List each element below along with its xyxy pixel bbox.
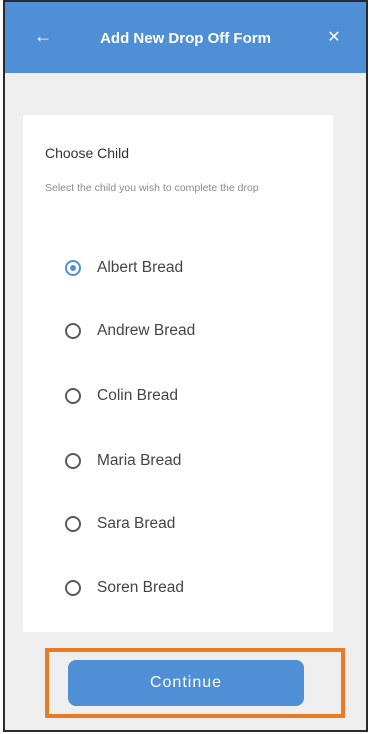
child-name: Albert Bread xyxy=(97,259,184,276)
child-option-maria[interactable]: Maria Bread xyxy=(65,448,181,474)
child-option-soren[interactable]: Soren Bread xyxy=(65,575,184,601)
choose-child-card: Choose Child Select the child you wish t… xyxy=(23,115,333,632)
child-name: Soren Bread xyxy=(97,579,185,596)
section-heading: Choose Child xyxy=(45,145,130,161)
close-icon[interactable]: ✕ xyxy=(324,28,344,48)
phone-frame: ← Add New Drop Off Form ✕ Choose Child S… xyxy=(3,0,368,732)
child-name: Andrew Bread xyxy=(97,322,196,339)
section-subtext: Select the child you wish to complete th… xyxy=(45,182,259,194)
child-name: Maria Bread xyxy=(97,452,182,469)
radio-unselected-icon[interactable] xyxy=(65,388,81,404)
page-title: Add New Drop Off Form xyxy=(100,30,271,47)
app-header: ← Add New Drop Off Form ✕ xyxy=(5,2,366,73)
child-option-andrew[interactable]: Andrew Bread xyxy=(65,318,195,344)
child-option-sara[interactable]: Sara Bread xyxy=(65,511,175,537)
child-option-albert[interactable]: Albert Bread xyxy=(65,255,183,281)
radio-unselected-icon[interactable] xyxy=(65,323,81,339)
child-name: Colin Bread xyxy=(97,387,178,404)
radio-selected-icon[interactable] xyxy=(65,260,81,276)
radio-unselected-icon[interactable] xyxy=(65,453,81,469)
continue-button[interactable]: Continue xyxy=(68,660,304,706)
child-option-colin[interactable]: Colin Bread xyxy=(65,383,178,409)
child-name: Sara Bread xyxy=(97,515,176,532)
radio-unselected-icon[interactable] xyxy=(65,580,81,596)
radio-unselected-icon[interactable] xyxy=(65,516,81,532)
